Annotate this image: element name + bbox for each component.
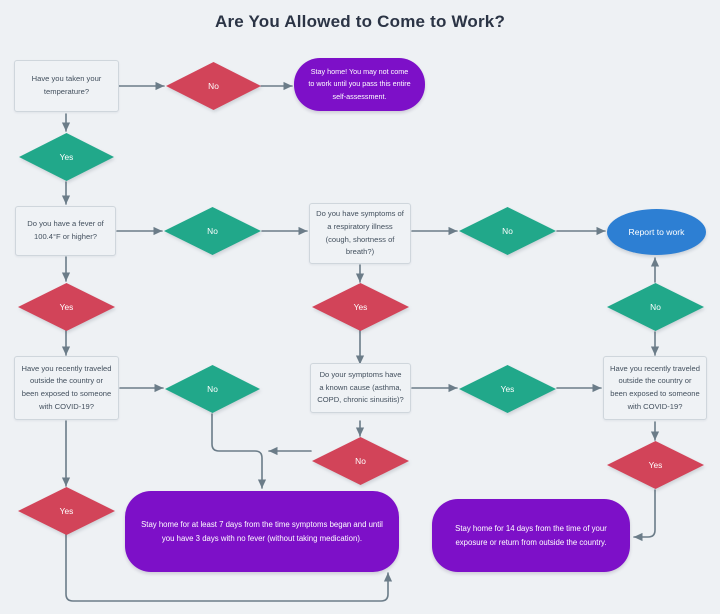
result-text: Stay home for at least 7 days from the t… <box>141 519 383 543</box>
decision-respiratory-no[interactable]: No <box>459 207 556 255</box>
decision-label: Yes <box>59 302 74 312</box>
decision-label: No <box>355 456 366 466</box>
decision-label: Yes <box>648 460 663 470</box>
result-stay-home-self-assessment[interactable]: Stay home! You may not come to work unti… <box>294 58 425 111</box>
question-text: Have you recently traveled outside the c… <box>21 363 112 411</box>
decision-label: No <box>502 226 513 236</box>
decision-label: Yes <box>59 152 74 162</box>
decision-known-cause-yes[interactable]: Yes <box>459 365 556 413</box>
decision-travel-left-yes[interactable]: Yes <box>18 487 115 535</box>
decision-label: No <box>650 302 661 312</box>
decision-travel-right-no[interactable]: No <box>607 283 704 331</box>
result-text: Report to work <box>628 227 685 237</box>
result-report-to-work[interactable]: Report to work <box>607 209 706 255</box>
decision-label: No <box>207 384 218 394</box>
question-text: Have you taken your temperature? <box>31 74 102 96</box>
decision-fever-yes[interactable]: Yes <box>18 283 115 331</box>
question-respiratory-symptoms[interactable]: Do you have symptoms of a respiratory il… <box>309 203 411 264</box>
question-text: Do your symptoms have a known cause (ast… <box>317 370 404 405</box>
question-travel-exposure-right[interactable]: Have you recently traveled outside the c… <box>603 356 707 420</box>
decision-label: No <box>207 226 218 236</box>
question-fever-1004[interactable]: Do you have a fever of 100.4°F or higher… <box>15 206 116 256</box>
question-have-you-taken-temperature[interactable]: Have you taken your temperature? <box>14 60 119 112</box>
question-travel-exposure-left[interactable]: Have you recently traveled outside the c… <box>14 356 119 420</box>
result-text: Stay home! You may not come to work unti… <box>308 67 411 101</box>
question-text: Have you recently traveled outside the c… <box>610 363 700 411</box>
decision-travel-right-yes[interactable]: Yes <box>607 441 704 489</box>
decision-known-cause-no[interactable]: No <box>312 437 409 485</box>
decision-label: Yes <box>353 302 368 312</box>
result-text: Stay home for 14 days from the time of y… <box>455 523 607 547</box>
decision-label: Yes <box>59 506 74 516</box>
question-text: Do you have symptoms of a respiratory il… <box>316 209 404 257</box>
decision-label: No <box>208 81 219 91</box>
decision-temperature-yes[interactable]: Yes <box>19 133 114 181</box>
question-symptoms-known-cause[interactable]: Do your symptoms have a known cause (ast… <box>310 363 411 413</box>
decision-label: Yes <box>500 384 515 394</box>
flowchart-canvas: Are You Allowed to Come to Work? Have yo… <box>0 0 720 614</box>
result-stay-home-7-days[interactable]: Stay home for at least 7 days from the t… <box>125 491 399 572</box>
decision-temperature-no[interactable]: No <box>166 62 261 110</box>
decision-respiratory-yes[interactable]: Yes <box>312 283 409 331</box>
decision-travel-left-no[interactable]: No <box>165 365 260 413</box>
result-stay-home-14-days[interactable]: Stay home for 14 days from the time of y… <box>432 499 630 572</box>
question-text: Do you have a fever of 100.4°F or higher… <box>27 219 104 241</box>
decision-fever-no[interactable]: No <box>164 207 261 255</box>
